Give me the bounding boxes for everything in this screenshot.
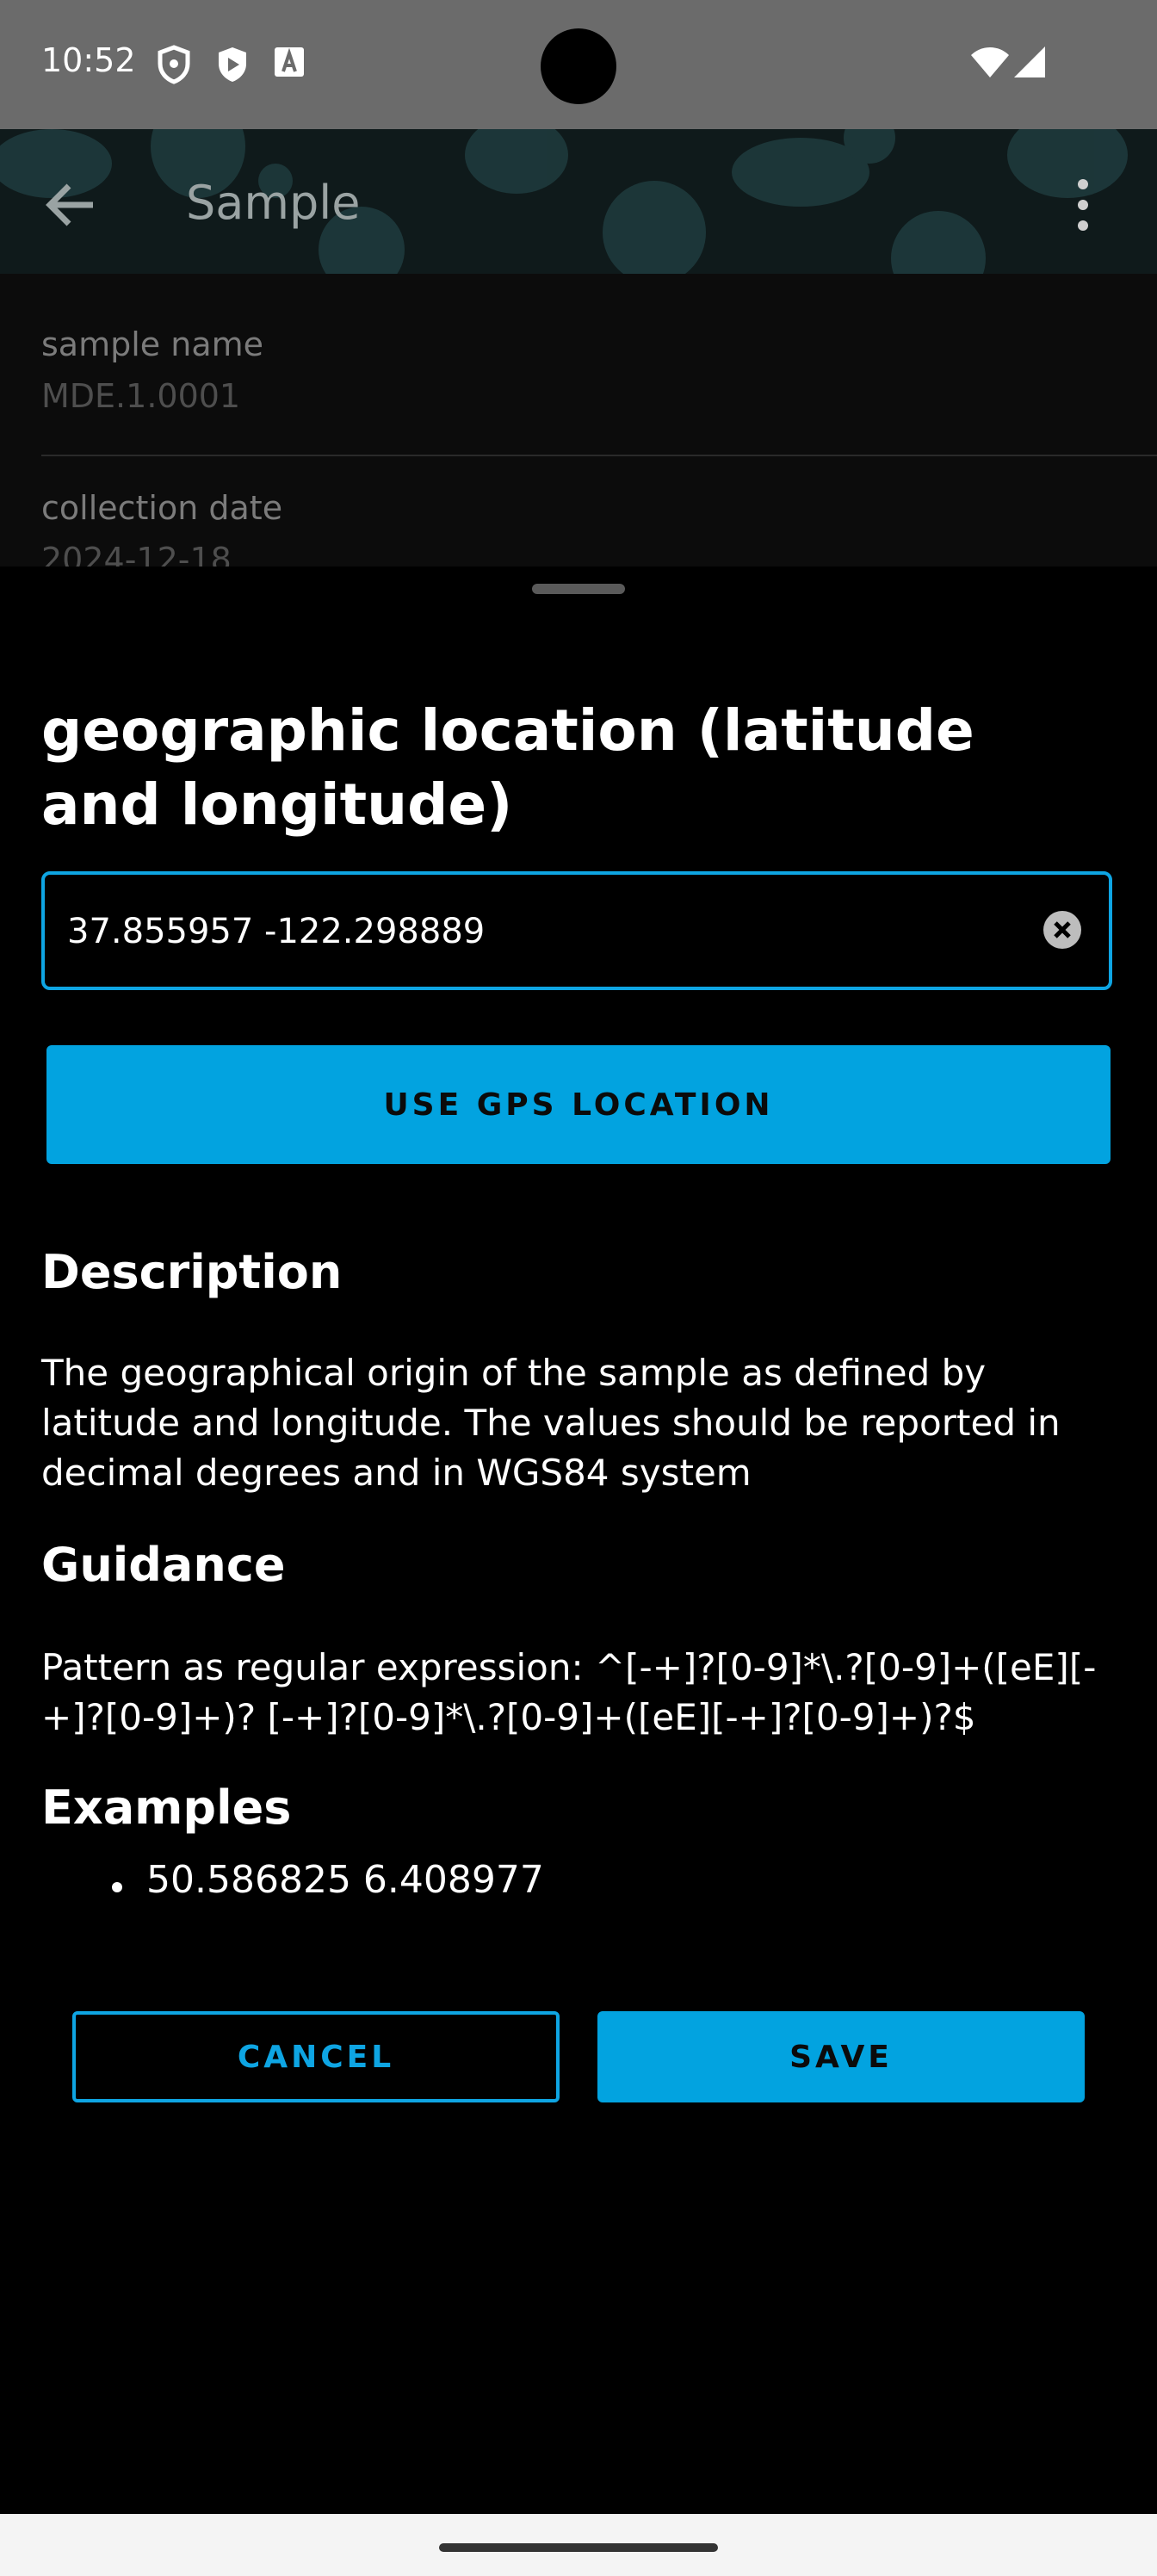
examples-heading: Examples	[41, 1780, 292, 1835]
navigation-bar	[0, 2514, 1157, 2576]
save-button[interactable]: SAVE	[597, 2011, 1085, 2102]
app-bar: Sample	[0, 129, 1157, 274]
description-text: The geographical origin of the sample as…	[41, 1352, 1061, 1494]
drag-handle[interactable]	[532, 584, 625, 594]
text-a-icon	[275, 47, 304, 77]
cell-signal-icon	[1014, 46, 1045, 77]
guidance-heading: Guidance	[41, 1538, 286, 1592]
status-bar: 10:52	[0, 0, 1157, 129]
page-title: Sample	[186, 176, 361, 230]
shield-icon	[158, 45, 190, 84]
cancel-button[interactable]: CANCEL	[72, 2011, 560, 2102]
sample-fields-list: sample name MDE.1.0001 collection date 2…	[0, 274, 1157, 567]
header-background-pattern	[0, 129, 1128, 274]
guidance-text: Pattern as regular expression: ^[-+]?[0-…	[41, 1646, 1097, 1738]
field-value: MDE.1.0001	[41, 377, 241, 415]
divider	[41, 455, 1157, 456]
clear-icon[interactable]	[1042, 909, 1083, 951]
more-vert-icon[interactable]	[1066, 177, 1100, 232]
use-gps-location-button[interactable]: USE GPS LOCATION	[46, 1045, 1111, 1164]
front-camera	[541, 28, 616, 104]
description-heading: Description	[41, 1245, 343, 1299]
location-text-field[interactable]	[41, 871, 1112, 990]
field-label: sample name	[41, 325, 264, 363]
back-arrow-icon[interactable]	[43, 179, 98, 231]
sheet-title: geographic location (latitude and longit…	[41, 697, 974, 838]
wifi-icon	[971, 47, 1009, 77]
location-input[interactable]	[65, 904, 1016, 959]
bottom-sheet: geographic location (latitude and longit…	[0, 567, 1157, 2514]
play-protect-icon	[219, 47, 246, 82]
example-item: 50.586825 6.408977	[146, 1858, 544, 1902]
bullet-point	[112, 1882, 122, 1892]
field-label: collection date	[41, 489, 283, 527]
field-value: 2024-12-18	[41, 541, 232, 567]
home-gesture-handle[interactable]	[439, 2543, 718, 2552]
status-time: 10:52	[41, 41, 136, 79]
